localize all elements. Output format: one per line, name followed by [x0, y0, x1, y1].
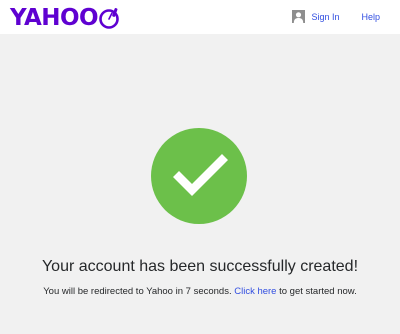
yahoo-logo[interactable]: YAHOO	[10, 4, 120, 32]
redirect-suffix: to get started now.	[279, 286, 357, 297]
help-link[interactable]: Help	[361, 12, 380, 22]
clock-icon	[99, 8, 119, 29]
header-actions: Sign In Help	[292, 10, 380, 23]
user-icon[interactable]	[292, 10, 306, 23]
redirect-message: You will be redirected to Yahoo in 7 sec…	[0, 286, 400, 297]
redirect-prefix: You will be redirected to Yahoo in 7 sec…	[43, 286, 232, 297]
top-header: YAHOO Sign In Help	[0, 0, 400, 34]
click-here-link[interactable]: Click here	[234, 286, 276, 297]
logo-text: YAHOO	[10, 5, 99, 31]
checkmark-icon	[151, 128, 247, 224]
sign-in-link[interactable]: Sign In	[311, 12, 339, 22]
success-headline: Your account has been successfully creat…	[41, 258, 359, 275]
